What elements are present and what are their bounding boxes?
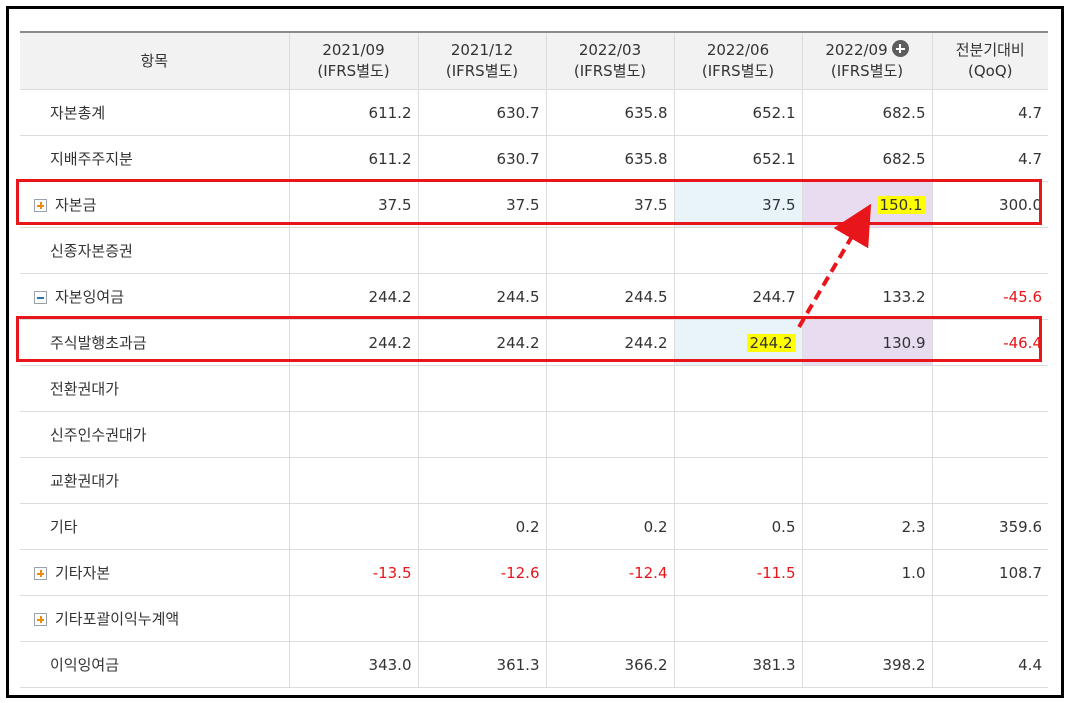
screenshot-frame: 항목 2021/09 (IFRS별도) 2021/12 (IFRS별도) 2022/… [6, 6, 1064, 698]
annotation-arrow [797, 203, 872, 329]
